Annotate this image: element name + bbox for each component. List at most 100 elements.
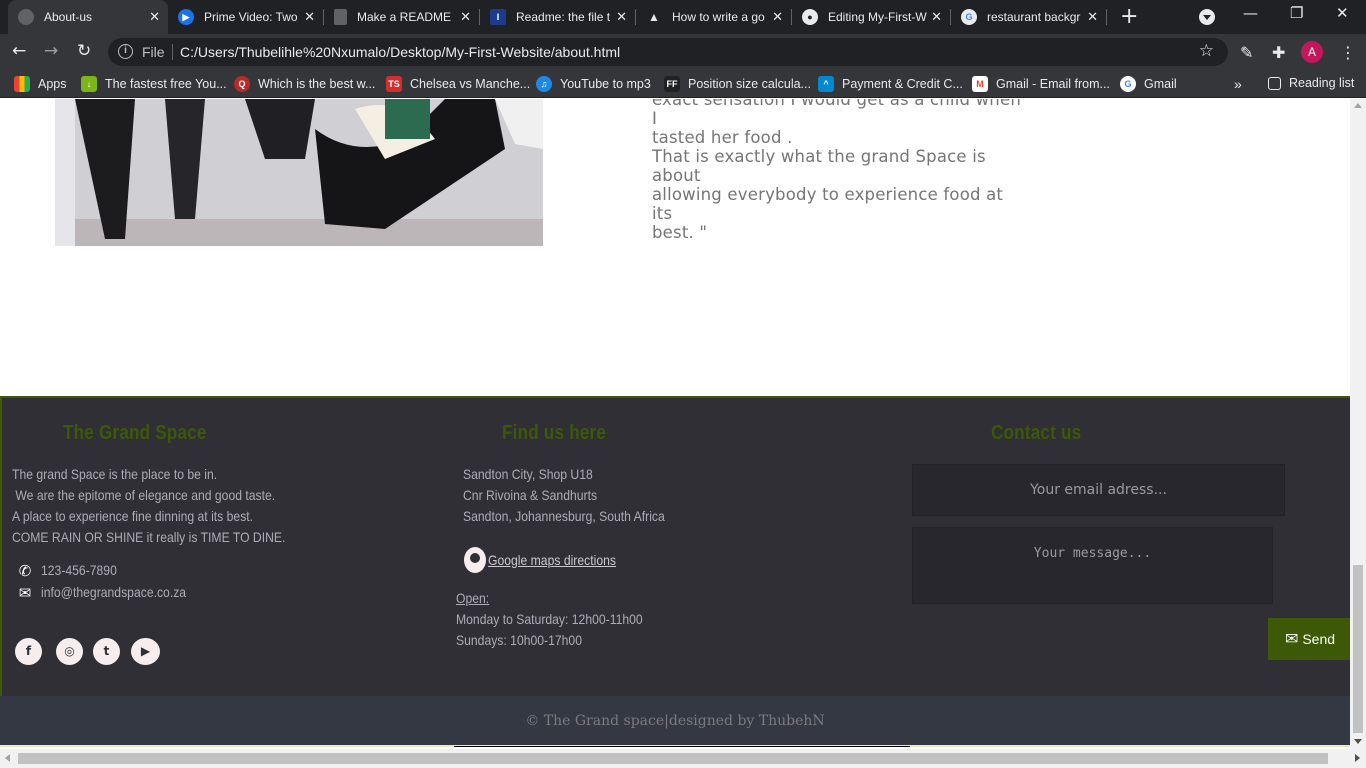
vertical-scroll-thumb[interactable] <box>1353 565 1363 733</box>
menu-kebab-icon[interactable]: ⋮ <box>1340 43 1356 62</box>
extensions-puzzle-icon[interactable]: ✚ <box>1272 43 1285 62</box>
browser-tab-bar: About-us ✕ ▶ Prime Video: Two ✕ Make a R… <box>0 0 1366 34</box>
tab-about-us[interactable]: About-us ✕ <box>8 0 168 34</box>
restore-icon[interactable]: ❐ <box>1290 4 1303 22</box>
reading-list-icon <box>1268 76 1281 90</box>
email-address[interactable]: info@thegrandspace.co.za <box>41 584 186 600</box>
send-button[interactable]: ✉ Send <box>1268 618 1350 660</box>
message-textarea[interactable]: Your message... <box>912 527 1273 604</box>
info-icon[interactable]: i <box>118 44 133 59</box>
scroll-left-arrow-icon[interactable] <box>5 754 10 762</box>
tab-readme-file[interactable]: I Readme: the file t ✕ <box>480 0 635 34</box>
bookmark-label: The fastest free You... <box>105 77 227 91</box>
brand-line: We are the epitome of elegance and good … <box>12 487 276 503</box>
hours-line: Sundays: 10h00-17h00 <box>456 632 582 648</box>
bookmark-youtube-mp3[interactable]: ♫ YouTube to mp3 <box>536 76 651 92</box>
quote-line: exact sensation I would get as a child w… <box>652 99 1021 128</box>
address-url[interactable]: C:/Users/Thubelihle%20Nxumalo/Desktop/My… <box>180 44 620 60</box>
close-icon[interactable]: ✕ <box>616 9 627 25</box>
new-tab-icon[interactable]: + <box>1120 4 1138 29</box>
instagram-icon[interactable]: ◎ <box>56 638 83 665</box>
tab-make-readme[interactable]: Make a README ✕ <box>324 0 479 34</box>
email-row: ✉ info@thegrandspace.co.za <box>16 584 208 602</box>
vertical-scrollbar[interactable] <box>1350 99 1366 749</box>
send-label: Send <box>1302 631 1336 647</box>
bookmark-label: YouTube to mp3 <box>560 77 651 91</box>
scroll-up-arrow-icon[interactable] <box>1354 103 1362 108</box>
cat-icon: ▲ <box>646 9 662 25</box>
pen-extension-icon[interactable]: ✎ <box>1240 43 1253 62</box>
brand-line: The grand Space is the place to be in. <box>12 466 218 482</box>
about-photo <box>55 99 543 246</box>
envelope-icon: ✉ <box>18 585 32 602</box>
forward-icon[interactable]: → <box>44 41 58 61</box>
bookmark-chelsea[interactable]: TS Chelsea vs Manche... <box>386 76 530 92</box>
quora-icon: Q <box>234 76 250 92</box>
prime-video-icon: ▶ <box>178 9 194 25</box>
close-icon[interactable]: ✕ <box>304 9 315 25</box>
opening-hours: Open: Monday to Saturday: 12h00-11h00 Su… <box>456 588 643 651</box>
bookmark-label: Apps <box>38 77 67 91</box>
tab-title: Readme: the file t <box>516 10 611 24</box>
ts-icon: TS <box>386 76 402 92</box>
globe-icon <box>18 9 34 25</box>
tab-search-icon[interactable] <box>1199 9 1215 25</box>
email-input[interactable]: Your email adress... <box>912 464 1285 516</box>
reading-list-button[interactable]: Reading list <box>1268 76 1354 90</box>
bookmark-fastest-free[interactable]: ↓ The fastest free You... <box>81 76 227 92</box>
close-window-icon[interactable]: ✕ <box>1336 4 1349 22</box>
back-icon[interactable]: ← <box>12 41 26 61</box>
address-line: Cnr Rivoina & Sandhurts <box>463 487 598 503</box>
copyright-bar: © The Grand space|designed by ThubehN <box>0 696 1350 747</box>
bookmarks-bar: Apps ↓ The fastest free You... Q Which i… <box>0 70 1366 98</box>
close-icon[interactable]: ✕ <box>931 9 942 25</box>
footer-location-heading: Find us here <box>502 422 607 444</box>
maps-link-wrap: Google maps directions <box>488 550 616 571</box>
youtube-icon[interactable]: ▶ <box>131 638 160 665</box>
facebook-icon[interactable]: f <box>15 638 42 665</box>
reload-icon[interactable]: ↻ <box>77 41 91 61</box>
close-icon[interactable]: ✕ <box>772 9 783 25</box>
reading-list-label: Reading list <box>1289 76 1355 90</box>
profile-avatar[interactable]: A <box>1301 41 1323 63</box>
bookmark-label: Position size calcula... <box>688 77 811 91</box>
tab-how-to-write[interactable]: ▲ How to write a go ✕ <box>636 0 791 34</box>
quote-line: That is exactly what the grand Space is … <box>652 147 986 185</box>
bookmark-payment[interactable]: ^ Payment & Credit C... <box>818 76 963 92</box>
tab-title: Prime Video: Two <box>204 10 298 24</box>
close-icon[interactable]: ✕ <box>149 9 160 25</box>
tab-prime-video[interactable]: ▶ Prime Video: Two ✕ <box>168 0 323 34</box>
footer-brand-heading: The Grand Space <box>63 422 207 444</box>
site-footer: The Grand Space Find us here Contact us … <box>0 396 1350 696</box>
horizontal-scrollbar[interactable] <box>0 749 1366 768</box>
more-bookmarks-chevron-icon[interactable]: » <box>1234 76 1242 92</box>
address-bar[interactable]: i File C:/Users/Thubelihle%20Nxumalo/Des… <box>108 38 1228 66</box>
tab-restaurant-background[interactable]: G restaurant backgr ✕ <box>951 0 1106 34</box>
bookmark-star-icon[interactable]: ☆ <box>1199 41 1214 61</box>
google-maps-link[interactable]: Google maps directions <box>488 552 616 568</box>
quote-line: tasted her food . <box>652 128 793 147</box>
tab-github-editing[interactable]: ● Editing My-First-W ✕ <box>792 0 950 34</box>
tab-title: Editing My-First-W <box>828 10 927 24</box>
phone-number[interactable]: 123-456-7890 <box>41 562 117 578</box>
bookmark-apps[interactable]: Apps <box>14 76 67 92</box>
minimize-icon[interactable]: — <box>1243 4 1258 22</box>
horizontal-scroll-thumb[interactable] <box>18 753 1328 764</box>
bookmark-gmail-email[interactable]: M Gmail - Email from... <box>972 76 1110 92</box>
bookmark-label: Gmail - Email from... <box>996 77 1110 91</box>
bookmark-position-size[interactable]: FF Position size calcula... <box>664 76 811 92</box>
scroll-down-arrow-icon[interactable] <box>1354 739 1362 744</box>
bookmark-which-best[interactable]: Q Which is the best w... <box>234 76 375 92</box>
close-icon[interactable]: ✕ <box>1087 9 1098 25</box>
twitter-icon[interactable]: t <box>93 638 120 665</box>
copyright-text: © The Grand space|designed by ThubehN <box>525 713 825 729</box>
bookmark-gmail[interactable]: G Gmail <box>1120 76 1177 92</box>
ff-icon: FF <box>664 76 680 92</box>
tab-title: How to write a go <box>672 10 765 24</box>
about-quote: exact sensation I would get as a child w… <box>652 99 1022 242</box>
scroll-right-arrow-icon[interactable] <box>1355 754 1360 762</box>
open-label: Open: <box>456 590 490 606</box>
close-icon[interactable]: ✕ <box>460 9 471 25</box>
payment-icon: ^ <box>818 76 834 92</box>
gmail-icon: M <box>972 76 988 92</box>
